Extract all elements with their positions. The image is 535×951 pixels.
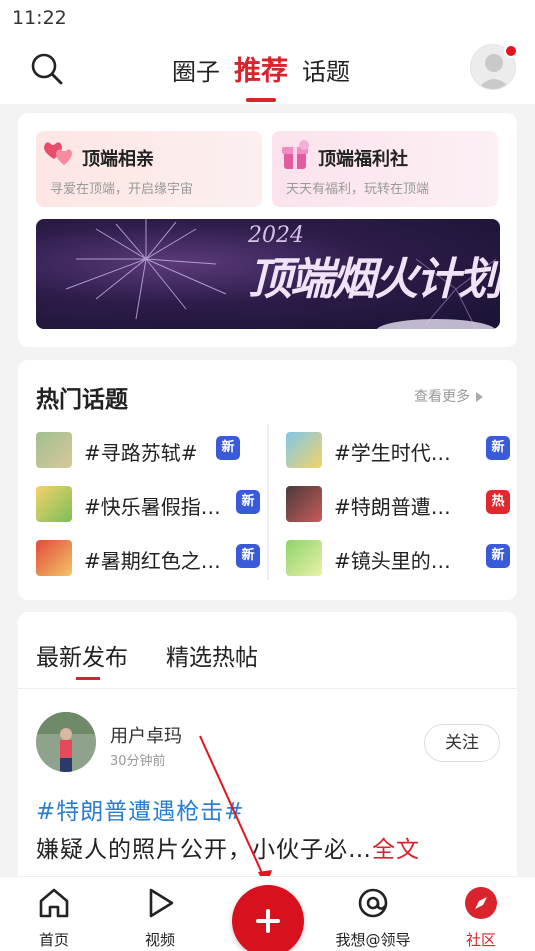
nav-home[interactable]: 首页 bbox=[9, 885, 99, 950]
nav-video[interactable]: 视频 bbox=[115, 885, 205, 950]
topic-thumbnail bbox=[286, 486, 322, 522]
feature-subtitle: 天天有福利，玩转在顶端 bbox=[286, 182, 430, 197]
nav-label: 首页 bbox=[38, 931, 69, 949]
new-badge: 新 bbox=[216, 436, 240, 460]
profile-avatar[interactable] bbox=[470, 44, 518, 92]
compass-icon bbox=[465, 887, 497, 919]
create-post-button[interactable] bbox=[232, 885, 304, 951]
tab-topics[interactable]: 话题 bbox=[302, 52, 350, 92]
topic-item[interactable]: #学生时代… 新 bbox=[286, 430, 510, 470]
post-body: 嫌疑人的照片公开，小伙子必… bbox=[36, 837, 372, 863]
feature-subtitle: 寻爱在顶端，开启缘宇宙 bbox=[50, 182, 194, 197]
tab-featured[interactable]: 精选热帖 bbox=[166, 638, 258, 672]
topic-thumbnail bbox=[286, 540, 322, 576]
hot-badge: 热 bbox=[486, 490, 510, 514]
tab-recommend[interactable]: 推荐 bbox=[234, 49, 288, 102]
topic-item[interactable]: #寻路苏轼# 新 bbox=[36, 430, 256, 470]
avatar[interactable] bbox=[36, 712, 96, 772]
view-more-link[interactable]: 查看更多 bbox=[414, 386, 483, 406]
hot-topics-card: 热门话题 查看更多 #寻路苏轼# 新 #学生时代… 新 #快乐暑假指… 新 #特… bbox=[18, 360, 517, 600]
topic-thumbnail bbox=[36, 432, 72, 468]
user-photo bbox=[36, 712, 96, 772]
divider bbox=[18, 688, 517, 689]
fireworks-banner[interactable]: 2024 顶端烟火计划 bbox=[36, 219, 500, 329]
status-bar: 11:22 bbox=[0, 0, 535, 36]
column-divider bbox=[267, 424, 269, 580]
nav-at-leader[interactable]: 我想@领导 bbox=[328, 885, 418, 950]
new-badge: 新 bbox=[236, 544, 260, 568]
post-time: 30分钟前 bbox=[110, 754, 166, 769]
feature-card: 顶端相亲 寻爱在顶端，开启缘宇宙 顶端福利社 天天有福利，玩转在顶端 2024 … bbox=[18, 113, 517, 347]
topic-name: #特朗普遭… bbox=[334, 495, 451, 519]
view-more-label: 查看更多 bbox=[414, 389, 470, 405]
feature-title: 顶端福利社 bbox=[318, 149, 408, 170]
tab-latest[interactable]: 最新发布 bbox=[36, 638, 128, 680]
banner-title: 顶端烟火计划 bbox=[248, 254, 500, 305]
at-icon bbox=[358, 888, 388, 918]
new-badge: 新 bbox=[486, 544, 510, 568]
gift-icon bbox=[282, 140, 309, 169]
topic-name: #寻路苏轼# bbox=[84, 441, 198, 465]
hot-topics-heading: 热门话题 bbox=[36, 387, 128, 413]
play-icon bbox=[149, 888, 174, 918]
topic-name: #快乐暑假指… bbox=[84, 495, 221, 519]
nav-label: 视频 bbox=[144, 931, 175, 949]
topic-thumbnail bbox=[36, 486, 72, 522]
feature-title: 顶端相亲 bbox=[82, 149, 154, 170]
nav-community[interactable]: 社区 bbox=[436, 885, 526, 950]
nav-label: 社区 bbox=[465, 931, 496, 949]
post-username[interactable]: 用户卓玛 bbox=[110, 722, 182, 748]
home-icon bbox=[39, 888, 69, 918]
top-tabs: 圈子 推荐 话题 bbox=[172, 49, 364, 102]
topic-name: #暑期红色之… bbox=[84, 549, 221, 573]
new-badge: 新 bbox=[486, 436, 510, 460]
top-nav: 圈子 推荐 话题 bbox=[0, 36, 535, 104]
new-badge: 新 bbox=[236, 490, 260, 514]
topic-name: #学生时代… bbox=[334, 441, 451, 465]
topic-thumbnail bbox=[286, 432, 322, 468]
follow-button[interactable]: 关注 bbox=[424, 724, 500, 762]
feed-card: 最新发布 精选热帖 用户卓玛 30分钟前 关注 #特朗普遭遇枪击# 嫌疑人的照片… bbox=[18, 612, 517, 912]
full-text-link[interactable]: 全文 bbox=[372, 837, 420, 863]
topic-item[interactable]: #暑期红色之… 新 bbox=[36, 538, 260, 578]
topic-thumbnail bbox=[36, 540, 72, 576]
nav-label: 我想@领导 bbox=[335, 931, 411, 949]
post-text: 嫌疑人的照片公开，小伙子必…全文 bbox=[36, 830, 420, 864]
chevron-right-icon bbox=[476, 392, 483, 402]
tab-circle[interactable]: 圈子 bbox=[172, 52, 220, 92]
topic-name: #镜头里的… bbox=[334, 549, 451, 573]
bottom-nav: 首页 视频 我想@领导 社区 bbox=[0, 876, 535, 951]
search-icon[interactable] bbox=[30, 52, 64, 86]
topic-item[interactable]: #特朗普遭… 热 bbox=[286, 484, 510, 524]
feed-tabs: 最新发布 精选热帖 bbox=[36, 638, 296, 680]
hearts-icon bbox=[44, 142, 72, 165]
post-topic-tag[interactable]: #特朗普遭遇枪击# bbox=[36, 792, 245, 826]
feature-dating[interactable]: 顶端相亲 寻爱在顶端，开启缘宇宙 bbox=[36, 131, 262, 207]
status-time: 11:22 bbox=[12, 7, 67, 29]
topic-item[interactable]: #快乐暑假指… 新 bbox=[36, 484, 260, 524]
notification-dot bbox=[504, 44, 518, 58]
feature-welfare[interactable]: 顶端福利社 天天有福利，玩转在顶端 bbox=[272, 131, 498, 207]
topic-item[interactable]: #镜头里的… 新 bbox=[286, 538, 510, 578]
